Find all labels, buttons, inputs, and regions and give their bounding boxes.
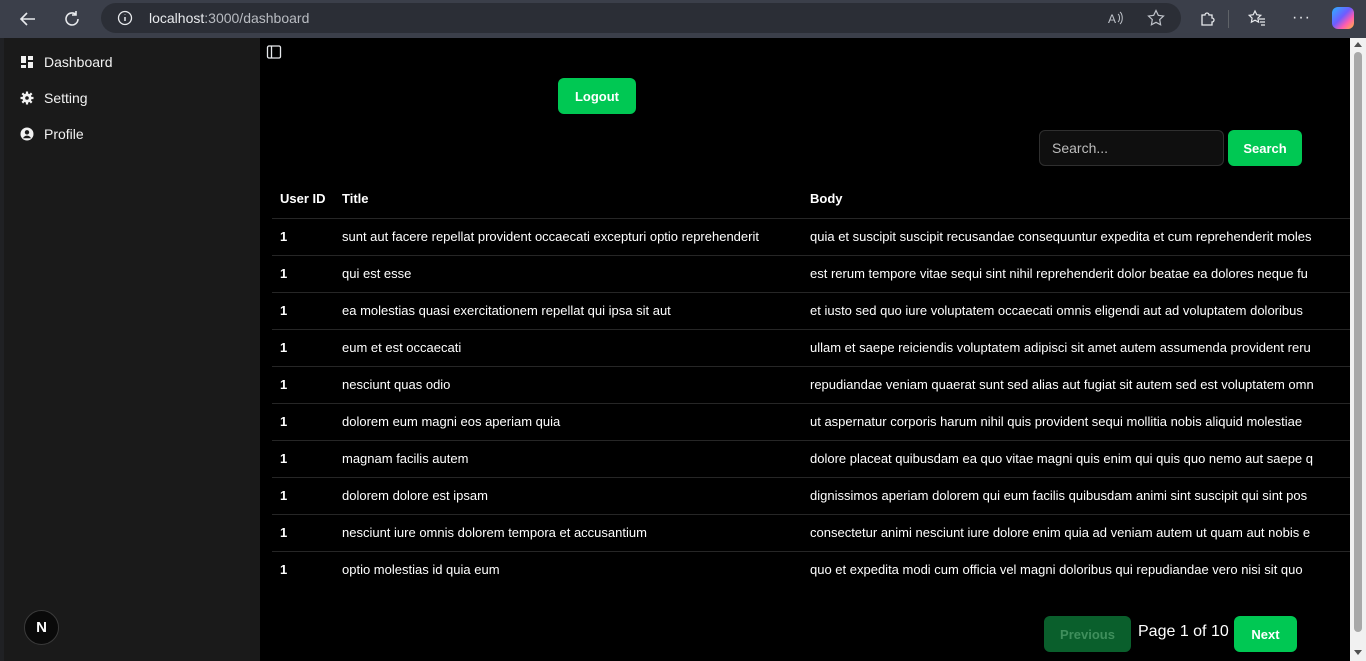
page-indicator: Page 1 of 10: [1138, 623, 1229, 640]
scroll-down-arrow-icon[interactable]: [1354, 650, 1362, 655]
scroll-up-arrow-icon[interactable]: [1354, 42, 1362, 47]
title-cell: dolorem eum magni eos aperiam quia: [334, 402, 802, 440]
user-id-cell: 1: [272, 476, 334, 514]
body-cell: et iusto sed quo iure voluptatem occaeca…: [802, 291, 1350, 329]
table-row: 1 ea molestias quasi exercitationem repel…: [272, 291, 1350, 329]
body-cell: quo et expedita modi cum officia vel mag…: [802, 550, 1350, 588]
toolbar-divider: [1228, 10, 1229, 28]
table-row: 1 dolorem eum magni eos aperiam quia ut as…: [272, 402, 1350, 440]
sidebar-item-dashboard[interactable]: Dashboard: [20, 50, 113, 74]
url-host: localhost: [149, 10, 205, 26]
scrollbar-thumb[interactable]: [1354, 52, 1362, 632]
title-cell: nesciunt iure omnis dolorem tempora et a…: [334, 513, 802, 551]
user-id-cell: 1: [272, 254, 334, 292]
favorites-icon[interactable]: [1248, 9, 1266, 27]
table-row: 1 optio molestias id quia eum quo et exped…: [272, 550, 1350, 588]
url-path: :3000/dashboard: [204, 10, 310, 26]
title-cell: eum et est occaecati: [334, 328, 802, 366]
posts-table: User ID Title Body 1 sunt aut facere repe…: [272, 180, 1350, 588]
user-id-cell: 1: [272, 217, 334, 255]
user-id-cell: 1: [272, 328, 334, 366]
page-viewport: Dashboard Setting Profile N Logout Searc…: [4, 38, 1366, 661]
title-cell: dolorem dolore est ipsam: [334, 476, 802, 514]
column-header-body: Body: [810, 191, 843, 207]
next-button[interactable]: Next: [1234, 616, 1297, 652]
extensions-icon[interactable]: [1199, 9, 1217, 27]
reload-icon[interactable]: [60, 7, 84, 31]
back-icon[interactable]: [16, 7, 40, 31]
more-menu-icon[interactable]: ···: [1292, 9, 1311, 27]
table-row: 1 nesciunt quas odio repudiandae veniam qu…: [272, 365, 1350, 403]
title-cell: nesciunt quas odio: [334, 365, 802, 403]
body-cell: ut aspernatur corporis harum nihil quis …: [802, 402, 1350, 440]
search-button[interactable]: Search: [1228, 130, 1302, 166]
previous-button[interactable]: Previous: [1044, 616, 1131, 652]
body-cell: est rerum tempore vitae sequi sint nihil…: [802, 254, 1350, 292]
table-row: 1 magnam facilis autem dolore placeat quib…: [272, 439, 1350, 477]
table-row: 1 eum et est occaecati ullam et saepe reic…: [272, 328, 1350, 366]
table-row: 1 dolorem dolore est ipsam dignissimos ape…: [272, 476, 1350, 514]
table-row: 1 sunt aut facere repellat provident occa…: [272, 217, 1350, 255]
user-id-cell: 1: [272, 291, 334, 329]
vertical-scrollbar[interactable]: [1350, 38, 1366, 661]
read-aloud-icon[interactable]: A: [1107, 9, 1125, 27]
body-cell: repudiandae veniam quaerat sunt sed alia…: [802, 365, 1350, 403]
body-cell: consectetur animi nesciunt iure dolore e…: [802, 513, 1350, 551]
table-header-row: User ID Title Body: [272, 180, 1350, 218]
column-header-title: Title: [342, 191, 369, 207]
body-cell: dignissimos aperiam dolorem qui eum faci…: [802, 476, 1350, 514]
user-id-cell: 1: [272, 513, 334, 551]
main-content: Logout Search User ID Title Body 1sunt a…: [260, 38, 1350, 661]
browser-toolbar: localhost:3000/dashboard A ···: [0, 0, 1366, 38]
table-row: 1 nesciunt iure omnis dolorem tempora et …: [272, 513, 1350, 551]
sidebar-item-profile[interactable]: Profile: [20, 122, 84, 146]
body-cell: dolore placeat quibusdam ea quo vitae ma…: [802, 439, 1350, 477]
user-id-cell: 1: [272, 439, 334, 477]
address-bar[interactable]: localhost:3000/dashboard A: [101, 3, 1181, 33]
info-icon[interactable]: [117, 10, 133, 26]
sidebar-item-label: Setting: [44, 90, 88, 106]
user-id-cell: 1: [272, 365, 334, 403]
logout-button[interactable]: Logout: [558, 78, 636, 114]
title-cell: optio molestias id quia eum: [334, 550, 802, 588]
user-id-cell: 1: [272, 550, 334, 588]
sidebar-toggle-icon[interactable]: [266, 44, 282, 60]
nextjs-logo[interactable]: N: [24, 610, 59, 645]
title-cell: qui est esse: [334, 254, 802, 292]
sidebar-item-label: Dashboard: [44, 54, 113, 70]
favorite-star-icon[interactable]: [1147, 9, 1165, 27]
title-cell: magnam facilis autem: [334, 439, 802, 477]
url-text: localhost:3000/dashboard: [149, 10, 309, 26]
table-row: 1 qui est esse est rerum tempore vitae seq…: [272, 254, 1350, 292]
title-cell: sunt aut facere repellat provident occae…: [334, 217, 802, 255]
search-input[interactable]: [1039, 130, 1224, 166]
svg-text:A: A: [1108, 12, 1116, 26]
sidebar-item-setting[interactable]: Setting: [20, 86, 88, 110]
column-header-user-id: User ID: [280, 191, 326, 207]
body-cell: quia et suscipit suscipit recusandae con…: [802, 217, 1350, 255]
sidebar-item-label: Profile: [44, 126, 84, 142]
dashboard-icon: [21, 56, 33, 68]
user-id-cell: 1: [272, 402, 334, 440]
body-cell: ullam et saepe reiciendis voluptatem adi…: [802, 328, 1350, 366]
copilot-icon[interactable]: [1332, 7, 1354, 29]
title-cell: ea molestias quasi exercitationem repell…: [334, 291, 802, 329]
gear-icon: [20, 91, 34, 105]
user-circle-icon: [20, 127, 34, 141]
sidebar: Dashboard Setting Profile N: [4, 38, 260, 661]
